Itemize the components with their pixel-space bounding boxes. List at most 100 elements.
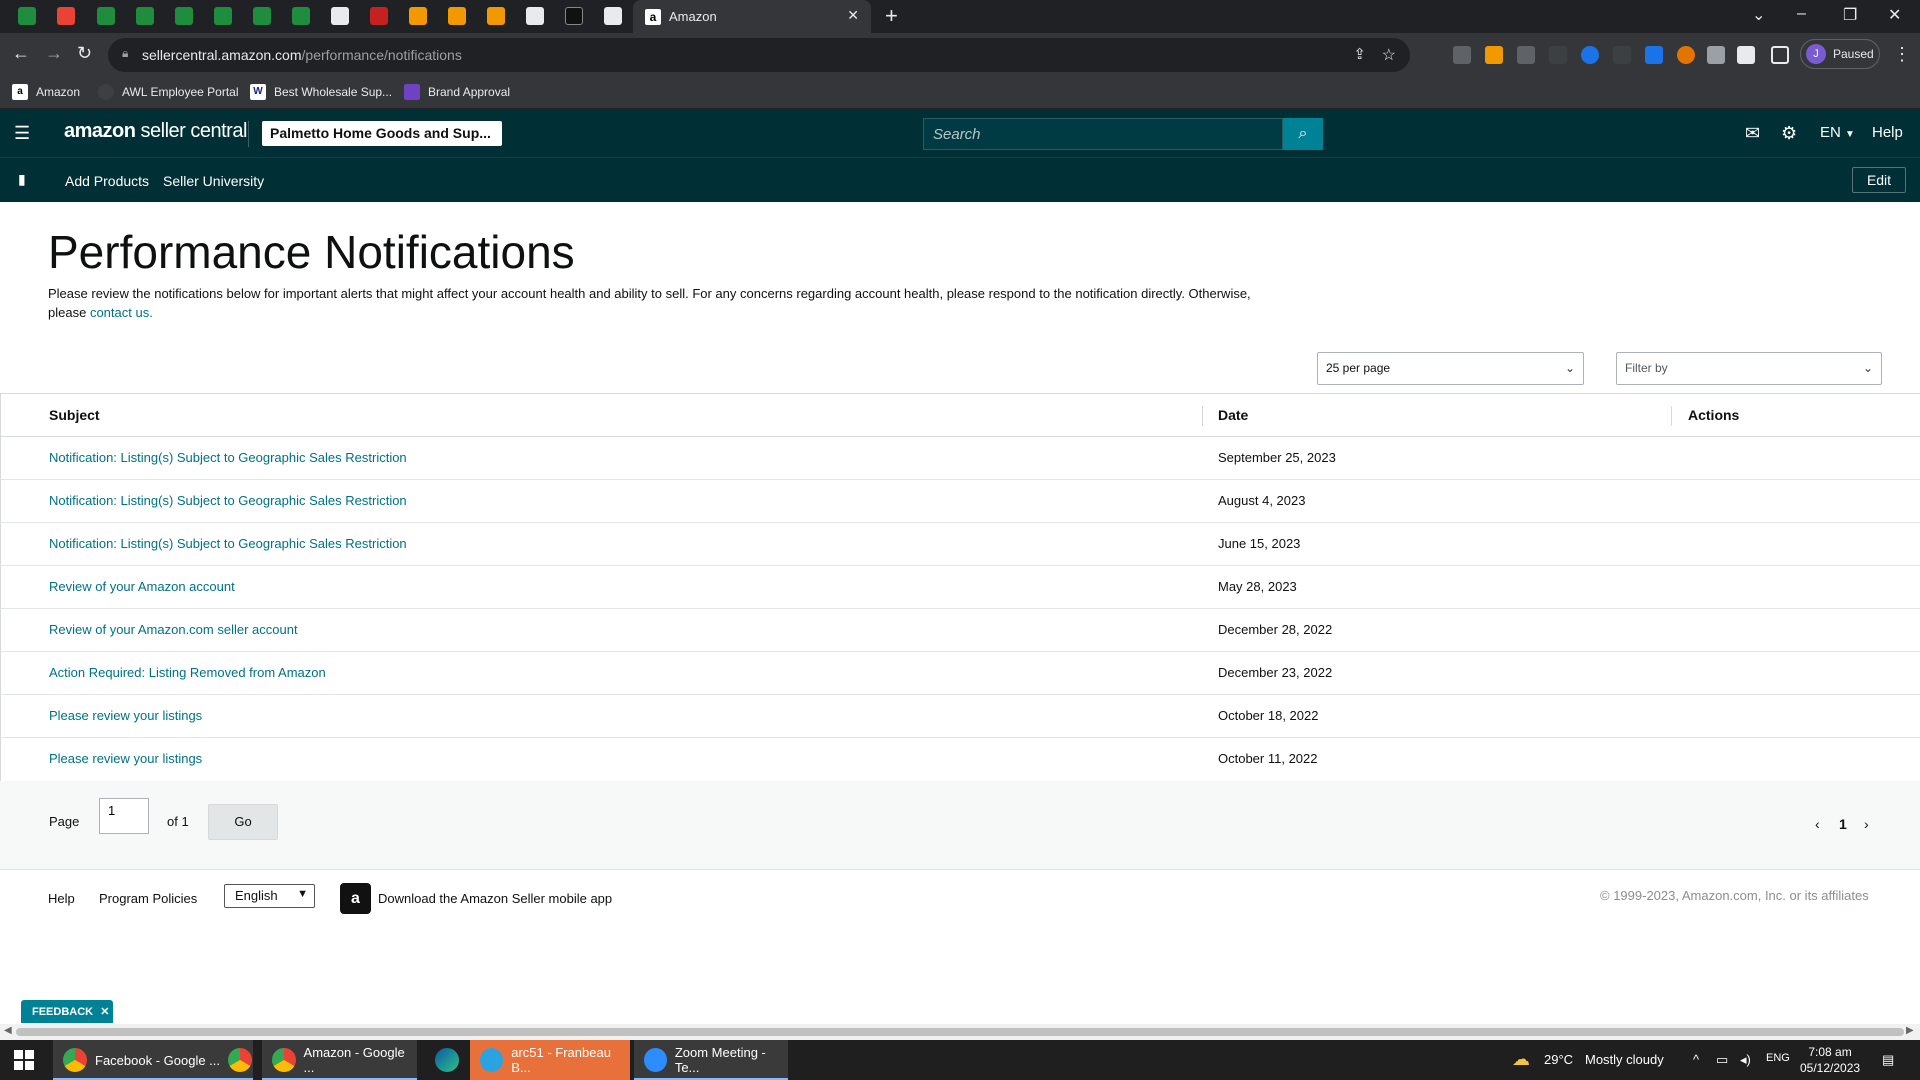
forward-icon[interactable]: → (45, 43, 63, 64)
chevron-right-icon[interactable]: › (1864, 816, 1869, 832)
bookmark-brand-approval[interactable]: Brand Approval (404, 84, 510, 100)
side-panel-icon[interactable] (1771, 46, 1789, 64)
amazon-seller-app-icon[interactable]: a (340, 883, 371, 914)
notification-subject-link[interactable]: Please review your listings (49, 708, 202, 723)
notification-subject-link[interactable]: Please review your listings (49, 751, 202, 766)
bookmark-star-icon[interactable]: ☆ (1382, 45, 1396, 65)
sheets-tab-icon[interactable] (18, 7, 36, 25)
extension-icon[interactable] (1613, 46, 1631, 64)
close-tab-icon[interactable]: ✕ (847, 7, 859, 24)
sheets-tab-icon[interactable] (136, 7, 154, 25)
edit-button[interactable]: Edit (1852, 167, 1906, 193)
app-tab-icon[interactable] (370, 7, 388, 25)
extension-icon[interactable] (1549, 46, 1567, 64)
bookmark-best-wholesale[interactable]: W Best Wholesale Sup... (250, 84, 392, 100)
app-tab-icon[interactable] (448, 7, 466, 25)
go-button[interactable]: Go (208, 804, 278, 840)
puzzle-icon[interactable] (1737, 46, 1755, 64)
language-selector[interactable]: EN ▼ (1820, 124, 1855, 141)
seller-university-link[interactable]: Seller University (163, 173, 264, 189)
weather-temp[interactable]: 29°C (1544, 1052, 1573, 1067)
current-page-number[interactable]: 1 (1839, 816, 1847, 832)
browser-menu-icon[interactable]: ⋮ (1893, 44, 1911, 65)
back-icon[interactable]: ← (12, 43, 30, 64)
reload-icon[interactable]: ↻ (77, 43, 92, 64)
search-button[interactable]: ⌕ (1283, 118, 1323, 150)
taskbar-telegram[interactable]: arc51 - Franbeau B... (470, 1040, 630, 1080)
windows-start-icon[interactable] (14, 1050, 34, 1070)
notification-subject-link[interactable]: Notification: Listing(s) Subject to Geog… (49, 493, 407, 508)
share-icon[interactable]: ⇪ (1353, 45, 1366, 63)
search-input[interactable] (924, 119, 1282, 149)
footer-help-link[interactable]: Help (48, 891, 75, 906)
filter-select[interactable]: Filter by ⌄ (1616, 352, 1882, 385)
taskbar-chrome[interactable] (218, 1040, 264, 1080)
bookmark-icon[interactable]: ▮ (18, 171, 26, 188)
taskbar-edge[interactable] (425, 1040, 471, 1080)
app-tab-icon[interactable] (487, 7, 505, 25)
notification-subject-link[interactable]: Review of your Amazon.com seller account (49, 622, 298, 637)
weather-icon[interactable]: ☁ (1512, 1049, 1530, 1070)
restore-icon[interactable]: ❐ (1843, 5, 1857, 25)
program-policies-link[interactable]: Program Policies (99, 891, 197, 906)
notification-subject-link[interactable]: Notification: Listing(s) Subject to Geog… (49, 536, 407, 551)
new-tab-icon[interactable]: + (885, 3, 898, 29)
address-bar[interactable]: 🔒︎ sellercentral.amazon.com/performance/… (108, 38, 1410, 72)
notification-subject-link[interactable]: Notification: Listing(s) Subject to Geog… (49, 450, 407, 465)
bookmark-amazon[interactable]: a Amazon (12, 84, 80, 100)
feedback-button[interactable]: FEEDBACK ✕ (21, 1000, 113, 1023)
extension-icon[interactable] (1645, 46, 1663, 64)
extension-icon[interactable] (1485, 46, 1503, 64)
column-date[interactable]: Date (1218, 407, 1248, 423)
bookmark-awl-portal[interactable]: AWL Employee Portal (98, 84, 239, 100)
close-window-icon[interactable]: ✕ (1888, 5, 1901, 25)
extension-icon[interactable] (1581, 46, 1599, 64)
extension-icon[interactable] (1677, 46, 1695, 64)
gmail-tab-icon[interactable] (57, 7, 75, 25)
network-icon[interactable]: ▭ (1716, 1052, 1728, 1068)
app-tab-icon[interactable] (526, 7, 544, 25)
mail-icon[interactable]: ✉ (1745, 123, 1760, 144)
chevron-left-icon[interactable]: ‹ (1815, 816, 1820, 832)
notification-subject-link[interactable]: Action Required: Listing Removed from Am… (49, 665, 326, 680)
notification-subject-link[interactable]: Review of your Amazon account (49, 579, 235, 594)
app-tab-icon[interactable] (565, 7, 583, 25)
hamburger-menu-icon[interactable]: ☰ (14, 123, 30, 144)
scrollbar-thumb[interactable] (16, 1028, 1904, 1036)
help-link[interactable]: Help (1872, 124, 1903, 141)
active-tab[interactable]: a Amazon ✕ (633, 0, 871, 33)
weather-desc[interactable]: Mostly cloudy (1585, 1052, 1664, 1067)
sheets-tab-icon[interactable] (214, 7, 232, 25)
per-page-select[interactable]: 25 per page ⌄ (1317, 352, 1584, 385)
sheets-tab-icon[interactable] (292, 7, 310, 25)
app-tab-icon[interactable] (604, 7, 622, 25)
contact-us-link[interactable]: contact us. (90, 305, 153, 320)
system-clock[interactable]: 7:08 am 05/12/2023 (1800, 1044, 1860, 1076)
taskbar-zoom[interactable]: Zoom Meeting - Te... (634, 1040, 788, 1080)
seller-central-logo[interactable]: amazon seller central (64, 120, 247, 143)
taskbar-amazon-chrome[interactable]: Amazon - Google ... (262, 1040, 417, 1080)
notification-center-icon[interactable]: ▤ (1882, 1052, 1894, 1068)
store-selector[interactable]: Palmetto Home Goods and Sup... (262, 121, 502, 146)
gear-icon[interactable]: ⚙ (1781, 123, 1797, 144)
extension-icon[interactable] (1517, 46, 1535, 64)
close-icon[interactable]: ✕ (100, 1006, 109, 1018)
tab-search-icon[interactable]: ⌄ (1752, 5, 1765, 25)
chevron-up-icon[interactable]: ^ (1693, 1052, 1699, 1067)
column-subject[interactable]: Subject (49, 407, 100, 423)
sheets-tab-icon[interactable] (97, 7, 115, 25)
add-products-link[interactable]: Add Products (65, 173, 149, 189)
app-tab-icon[interactable] (331, 7, 349, 25)
profile-button[interactable]: J Paused (1800, 39, 1880, 69)
minimize-icon[interactable]: – (1797, 5, 1806, 23)
sheets-tab-icon[interactable] (253, 7, 271, 25)
sheets-tab-icon[interactable] (175, 7, 193, 25)
volume-icon[interactable]: ◂) (1740, 1052, 1751, 1068)
input-language[interactable]: ENG (1766, 1052, 1790, 1064)
extension-icon[interactable] (1453, 46, 1471, 64)
horizontal-scrollbar[interactable]: ◀ ▶ (0, 1024, 1920, 1040)
footer-language-select[interactable]: English ▼ (224, 884, 315, 908)
extension-icon[interactable] (1707, 46, 1725, 64)
download-app-link[interactable]: Download the Amazon Seller mobile app (378, 891, 612, 906)
scroll-left-icon[interactable]: ◀ (4, 1025, 12, 1036)
